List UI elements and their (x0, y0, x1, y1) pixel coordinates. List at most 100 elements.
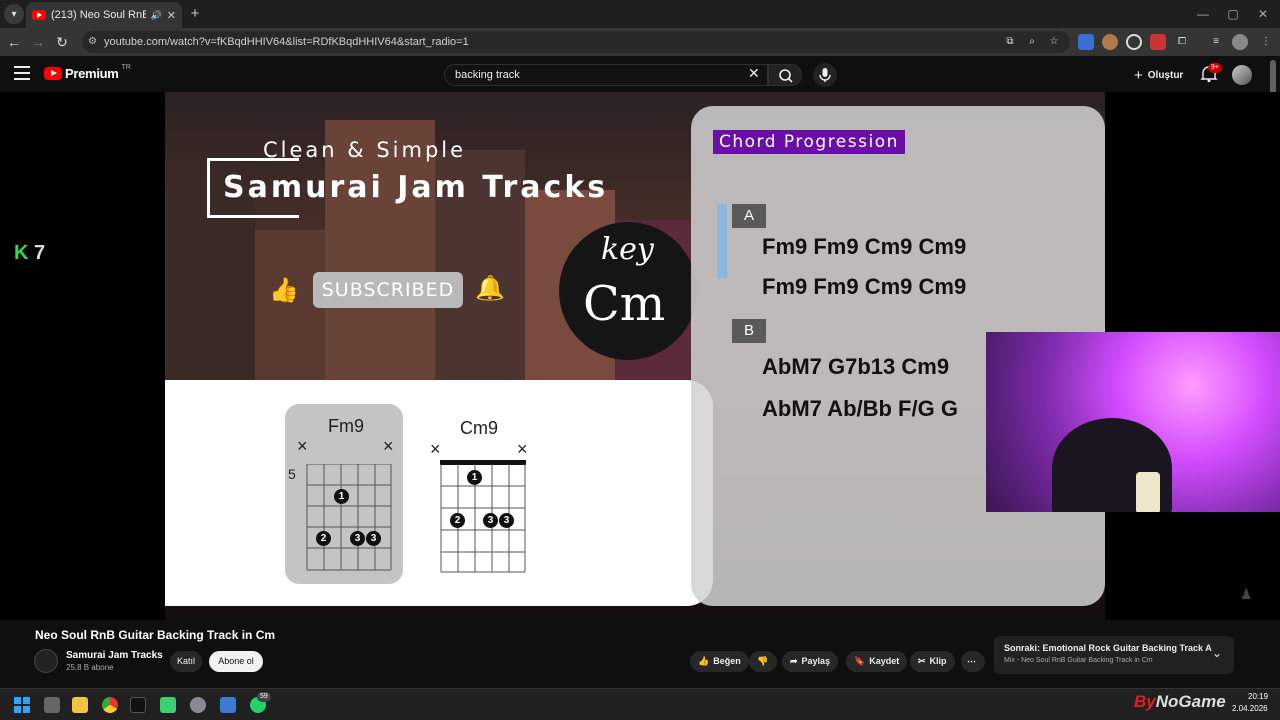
windows-start-icon[interactable] (14, 697, 30, 713)
site-info-icon[interactable]: ⚙ (88, 31, 97, 53)
finger-dot: 3 (499, 513, 514, 528)
youtube-logo-icon (44, 67, 62, 80)
up-next-subtitle: Mix - Neo Soul RnB Guitar Backing Track … (1004, 657, 1153, 664)
file-explorer-icon[interactable] (72, 697, 88, 713)
progression-a-line1: Fm9 Fm9 Cm9 Cm9 (762, 234, 967, 259)
app-icon[interactable] (220, 697, 236, 713)
bookmark-icon: 🔖 (854, 656, 866, 666)
create-button[interactable]: + Oluştur (1134, 67, 1183, 84)
translate-extension-icon[interactable] (1078, 34, 1094, 50)
webcam-overlay (986, 332, 1280, 512)
progression-b-line1: AbM7 G7b13 Cm9 (762, 354, 950, 379)
subscriber-count: 25,8 B abone (66, 663, 114, 672)
back-button[interactable]: ← (4, 32, 24, 52)
obs-app-icon[interactable] (160, 697, 176, 713)
close-window-button[interactable]: ✕ (1248, 4, 1278, 24)
minimize-button[interactable]: — (1188, 4, 1218, 24)
youtube-logo[interactable]: Premium TR (44, 64, 131, 81)
bottle-shape (1136, 472, 1160, 512)
clock-time[interactable]: 20:19 (1248, 692, 1268, 701)
bookmark-star-icon[interactable]: ☆ (1046, 34, 1062, 50)
channel-name[interactable]: Samurai Jam Tracks (66, 650, 163, 661)
video-subtitle-text: Clean & Simple (263, 138, 467, 162)
cast-icon[interactable]: ⧉ (1002, 34, 1018, 50)
browser-tab-strip: ▾ (213) Neo Soul RnB Guitar B 🔊 ✕ + — ▢ … (0, 0, 1280, 28)
browser-menu-icon[interactable]: ⋮ (1258, 34, 1274, 50)
speaker-icon[interactable]: 🔊 (151, 10, 162, 21)
watermark-rest: NoGame (1155, 692, 1226, 711)
voice-search-button[interactable] (813, 63, 837, 87)
more-icon: ⋯ (967, 656, 976, 666)
chrome-icon[interactable] (102, 697, 118, 713)
notifications-badge: 9+ (1208, 63, 1222, 73)
reading-list-icon[interactable]: ≡ (1208, 34, 1224, 50)
share-button[interactable]: ➦ Paylaş (782, 651, 839, 672)
tab-search-button[interactable]: ▾ (4, 4, 24, 24)
search-button[interactable] (768, 64, 802, 86)
zoom-icon[interactable]: ⌕ (1024, 34, 1040, 50)
channel-avatar[interactable] (34, 649, 58, 673)
address-bar[interactable]: ⚙ youtube.com/watch?v=fKBqdHHIV64&list=R… (82, 31, 1070, 53)
finger-dot: 1 (334, 489, 349, 504)
join-button[interactable]: Katıl (170, 651, 202, 672)
kick-logo: K (14, 242, 29, 264)
clip-button[interactable]: ✂ Klip (910, 651, 955, 672)
video-frame: Clean & Simple Samurai Jam Tracks 👍 SUBS… (165, 92, 1105, 620)
maximize-button[interactable]: ▢ (1218, 4, 1248, 24)
extensions-puzzle-icon[interactable]: ⧠ (1174, 34, 1190, 50)
reload-button[interactable]: ↻ (52, 32, 72, 52)
thumbs-down-icon: 👎 (757, 656, 769, 666)
section-a-marker (717, 204, 727, 278)
profile-avatar-icon[interactable] (1232, 34, 1248, 50)
extension-icon[interactable] (1102, 34, 1118, 50)
kick-overlay: K 7 (14, 242, 45, 265)
browser-toolbar: ← → ↻ ⚙ youtube.com/watch?v=fKBqdHHIV64&… (0, 28, 1280, 56)
audio-app-icon[interactable] (130, 697, 146, 713)
finger-dot: 3 (483, 513, 498, 528)
finger-dot: 2 (316, 531, 331, 546)
scissors-icon: ✂ (918, 656, 926, 666)
chevron-down-icon[interactable]: ⌄ (1212, 646, 1222, 660)
browser-tab[interactable]: (213) Neo Soul RnB Guitar B 🔊 ✕ (26, 2, 182, 28)
new-tab-button[interactable]: + (186, 5, 204, 23)
menu-icon[interactable] (14, 66, 30, 80)
key-value: Cm (583, 276, 666, 332)
forward-button[interactable]: → (28, 32, 48, 52)
section-b-tag: B (732, 319, 766, 343)
adblock-extension-icon[interactable] (1150, 34, 1166, 50)
finger-dot: 2 (450, 513, 465, 528)
like-label: Beğen (713, 656, 741, 666)
tab-close-icon[interactable]: ✕ (167, 9, 176, 22)
mute-mark: × (383, 436, 394, 456)
search-value: backing track (455, 69, 520, 81)
progression-a-line2: Fm9 Fm9 Cm9 Cm9 (762, 274, 967, 299)
kick-count: 7 (34, 242, 46, 264)
video-player[interactable]: K 7 Clean & Simple Samurai Jam Tracks 👍 … (0, 92, 1280, 620)
search-input[interactable]: backing track (444, 64, 768, 86)
clip-label: Klip (929, 656, 947, 666)
subscribe-button[interactable]: Abone ol (209, 651, 263, 672)
mute-mark: × (297, 436, 308, 456)
youtube-favicon-icon (32, 10, 46, 20)
logo-text: Premium (65, 66, 119, 81)
like-button[interactable]: 👍 Beğen (690, 651, 749, 672)
vpn-extension-icon[interactable] (1126, 34, 1142, 50)
clear-search-icon[interactable]: ✕ (748, 65, 760, 82)
bell-icon: 🔔 (475, 275, 505, 302)
save-label: Kaydet (869, 656, 900, 666)
task-view-icon[interactable] (44, 697, 60, 713)
up-next-card[interactable]: Sonraki: Emotional Rock Guitar Backing T… (994, 636, 1234, 674)
user-avatar[interactable] (1232, 65, 1252, 85)
progression-b-line2: AbM7 Ab/Bb F/G G (762, 396, 958, 421)
more-actions-button[interactable]: ⋯ (961, 651, 985, 672)
dislike-button[interactable]: 👎 (749, 651, 777, 672)
save-button[interactable]: 🔖 Kaydet (846, 651, 908, 672)
settings-icon[interactable] (190, 697, 206, 713)
share-label: Paylaş (801, 656, 831, 666)
whatsapp-badge: 59 (257, 692, 271, 702)
chord-name-cm9: Cm9 (460, 418, 499, 438)
video-title: Neo Soul RnB Guitar Backing Track in Cm (35, 628, 276, 642)
watermark-by: By (1134, 692, 1156, 711)
clock-date[interactable]: 2.04.2026 (1232, 704, 1268, 713)
section-a-tag: A (732, 204, 766, 228)
